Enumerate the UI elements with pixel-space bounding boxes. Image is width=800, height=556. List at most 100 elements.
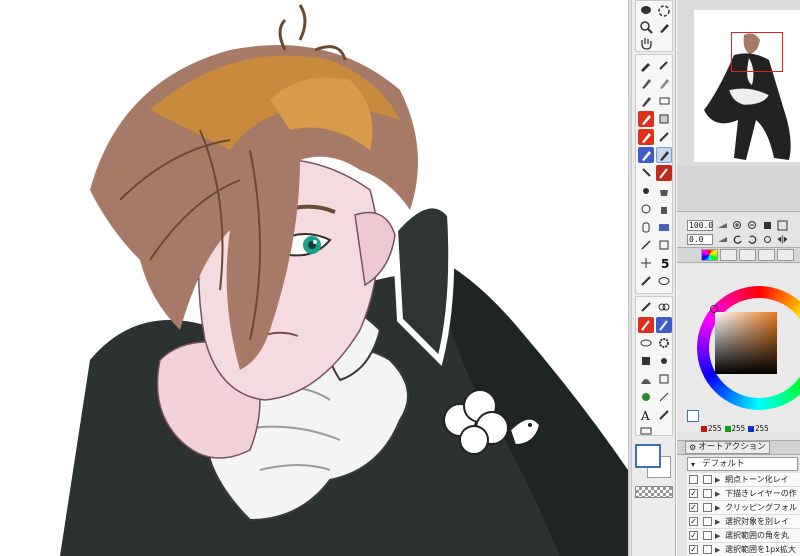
navigator-view-rectangle[interactable] xyxy=(731,32,783,72)
rotate-right-icon[interactable] xyxy=(746,234,758,245)
rotate-icon[interactable] xyxy=(656,3,672,19)
airbrush-icon[interactable] xyxy=(656,57,672,73)
saturation-value-square[interactable] xyxy=(715,312,777,374)
eyedropper-icon[interactable] xyxy=(656,19,672,35)
foreground-color-swatch[interactable] xyxy=(635,444,661,468)
fit-icon[interactable] xyxy=(761,220,773,231)
action-list-item[interactable]: ✓ ▶ 選択範囲の角を丸 xyxy=(687,529,800,543)
action-set-dropdown[interactable]: ▾ デフォルト xyxy=(687,457,798,471)
drawing-canvas[interactable] xyxy=(0,0,628,556)
action-dialog-checkbox[interactable] xyxy=(703,545,712,554)
text-icon[interactable]: A xyxy=(638,407,654,423)
expand-arrow-icon[interactable]: ▶ xyxy=(715,504,723,512)
marker-icon[interactable] xyxy=(638,93,654,109)
action-enable-checkbox[interactable]: ✓ xyxy=(689,517,698,526)
illustration xyxy=(60,4,628,556)
red-brush-icon[interactable] xyxy=(638,111,654,127)
navigator-thumbnail[interactable] xyxy=(694,10,800,162)
tab-color-history[interactable] xyxy=(777,249,794,261)
reset-rotation-icon[interactable] xyxy=(761,234,773,245)
red-tool-icon[interactable] xyxy=(638,317,654,333)
current-color-swatch[interactable] xyxy=(687,410,699,422)
action-dialog-checkbox[interactable] xyxy=(703,503,712,512)
tool-group-edit: A xyxy=(635,296,673,436)
correction-icon[interactable] xyxy=(638,273,654,289)
tab-approximate-color[interactable] xyxy=(758,249,775,261)
transparent-color-swatch[interactable] xyxy=(635,486,673,498)
action-enable-checkbox[interactable]: ✓ xyxy=(689,489,698,498)
action-dialog-checkbox[interactable] xyxy=(703,475,712,484)
brush-icon[interactable] xyxy=(638,57,654,73)
action-enable-checkbox[interactable] xyxy=(689,475,698,484)
settings-icon[interactable] xyxy=(656,353,672,369)
action-list-item[interactable]: ✓ ▶ 下描きレイヤーの作 xyxy=(687,487,800,501)
zoom-out-icon[interactable] xyxy=(746,220,758,231)
hand-icon[interactable] xyxy=(638,35,654,51)
decoration-icon[interactable] xyxy=(638,201,654,217)
fill-icon[interactable] xyxy=(638,165,654,181)
shape-icon[interactable] xyxy=(638,219,654,235)
gear-icon[interactable] xyxy=(656,335,672,351)
tab-color-set[interactable] xyxy=(720,249,737,261)
expand-arrow-icon[interactable]: ▶ xyxy=(715,546,723,554)
action-label: 選択範囲を1px拡大 xyxy=(725,545,796,554)
action-enable-checkbox[interactable]: ✓ xyxy=(689,503,698,512)
frame-icon[interactable] xyxy=(638,255,654,271)
move-icon[interactable] xyxy=(638,299,654,315)
fullsize-icon[interactable] xyxy=(776,220,788,231)
action-list-item[interactable]: ✓ ▶ 選択対象を別レイ xyxy=(687,515,800,529)
tone-icon[interactable] xyxy=(638,371,654,387)
zoom-value[interactable]: 100.0 xyxy=(687,219,713,231)
number-icon[interactable]: 5 xyxy=(656,255,672,271)
tab-auto-action[interactable]: ⚙ オートアクション xyxy=(685,441,770,454)
color-picker-marker[interactable] xyxy=(710,305,718,313)
lasso-icon[interactable] xyxy=(638,3,654,19)
sparkle-icon[interactable] xyxy=(638,183,654,199)
balloon-icon[interactable] xyxy=(656,273,672,289)
pencil-icon[interactable] xyxy=(656,75,672,91)
pen-icon[interactable] xyxy=(638,75,654,91)
action-dialog-checkbox[interactable] xyxy=(703,531,712,540)
correct-line-icon[interactable] xyxy=(656,407,672,423)
link-icon[interactable] xyxy=(656,299,672,315)
ruler-icon[interactable] xyxy=(656,237,672,253)
vector-icon[interactable] xyxy=(656,389,672,405)
frame-border-icon[interactable] xyxy=(638,423,654,439)
transform-icon[interactable] xyxy=(656,371,672,387)
blue-brush-icon[interactable] xyxy=(638,147,654,163)
bucket-icon[interactable] xyxy=(656,183,672,199)
expand-arrow-icon[interactable]: ▶ xyxy=(715,532,723,540)
zoom-in-icon[interactable] xyxy=(731,220,743,231)
smudge-icon[interactable] xyxy=(656,129,672,145)
tab-intermediate-color[interactable] xyxy=(739,249,756,261)
slider-icon[interactable] xyxy=(716,220,728,231)
layer-icon[interactable] xyxy=(638,353,654,369)
action-enable-checkbox[interactable]: ✓ xyxy=(689,545,698,554)
zoom-icon[interactable] xyxy=(638,19,654,35)
blend-icon[interactable] xyxy=(656,111,672,127)
operation-icon[interactable] xyxy=(638,389,654,405)
red-marker-icon[interactable] xyxy=(656,165,672,181)
tab-color-wheel[interactable] xyxy=(701,249,718,261)
action-list-item[interactable]: ✓ ▶ 選択範囲を1px拡大 xyxy=(687,543,800,556)
action-list-item[interactable]: ▶ 網点トーン化レイ xyxy=(687,473,800,487)
expand-arrow-icon[interactable]: ▶ xyxy=(715,518,723,526)
action-dialog-checkbox[interactable] xyxy=(703,489,712,498)
selected-pen-icon[interactable] xyxy=(656,147,672,163)
expand-arrow-icon[interactable]: ▶ xyxy=(715,490,723,498)
figure-icon[interactable] xyxy=(638,237,654,253)
flip-icon[interactable] xyxy=(776,234,788,245)
gradient-icon[interactable] xyxy=(656,219,672,235)
action-enable-checkbox[interactable]: ✓ xyxy=(689,531,698,540)
lasso-select-icon[interactable] xyxy=(638,335,654,351)
action-list-item[interactable]: ✓ ▶ クリッピングフォル xyxy=(687,501,800,515)
action-dialog-checkbox[interactable] xyxy=(703,517,712,526)
blue-tool-icon[interactable] xyxy=(656,317,672,333)
eraser-icon[interactable] xyxy=(656,93,672,109)
angle-slider-icon[interactable] xyxy=(716,234,728,245)
expand-arrow-icon[interactable]: ▶ xyxy=(715,476,723,484)
red-pen-icon[interactable] xyxy=(638,129,654,145)
stamp-icon[interactable] xyxy=(656,201,672,217)
rotate-left-icon[interactable] xyxy=(731,234,743,245)
angle-value[interactable]: 0.0 xyxy=(687,233,713,245)
